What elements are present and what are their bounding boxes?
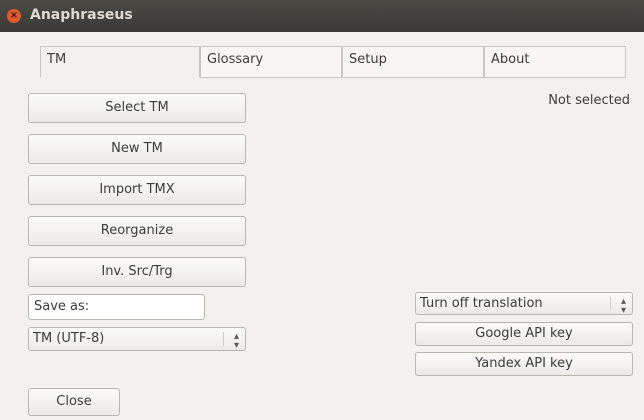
combo-separator	[223, 332, 224, 346]
inv-src-trg-button[interactable]: Inv. Src/Trg	[28, 257, 246, 287]
tab-setup[interactable]: Setup	[342, 46, 484, 78]
window-title: Anaphraseus	[30, 7, 133, 23]
import-tmx-button[interactable]: Import TMX	[28, 175, 246, 205]
encoding-select[interactable]: TM (UTF-8) ▴ ▾	[28, 327, 246, 351]
close-button[interactable]: Close	[28, 388, 120, 416]
select-tm-button[interactable]: Select TM	[28, 93, 246, 123]
tab-tm[interactable]: TM	[40, 46, 200, 78]
title-bar: × Anaphraseus	[0, 0, 644, 32]
anaphraseus-window: × Anaphraseus TM Glossary Setup About Se…	[0, 0, 644, 420]
combo-separator	[610, 297, 611, 310]
reorganize-button[interactable]: Reorganize	[28, 216, 246, 246]
save-as-field[interactable]: Save as:	[28, 294, 205, 320]
close-window-icon[interactable]: ×	[7, 9, 21, 23]
translation-select-value: Turn off translation	[420, 296, 543, 311]
tm-status-label: Not selected	[548, 93, 630, 108]
yandex-api-key-button[interactable]: Yandex API key	[415, 352, 633, 376]
tab-about[interactable]: About	[484, 46, 626, 78]
encoding-select-value: TM (UTF-8)	[33, 331, 105, 346]
new-tm-button[interactable]: New TM	[28, 134, 246, 164]
translation-select[interactable]: Turn off translation ▴ ▾	[415, 292, 633, 316]
tab-glossary[interactable]: Glossary	[200, 46, 342, 78]
up-down-arrows-icon: ▴ ▾	[620, 296, 626, 316]
up-down-arrows-icon: ▴ ▾	[233, 331, 239, 351]
google-api-key-button[interactable]: Google API key	[415, 322, 633, 346]
